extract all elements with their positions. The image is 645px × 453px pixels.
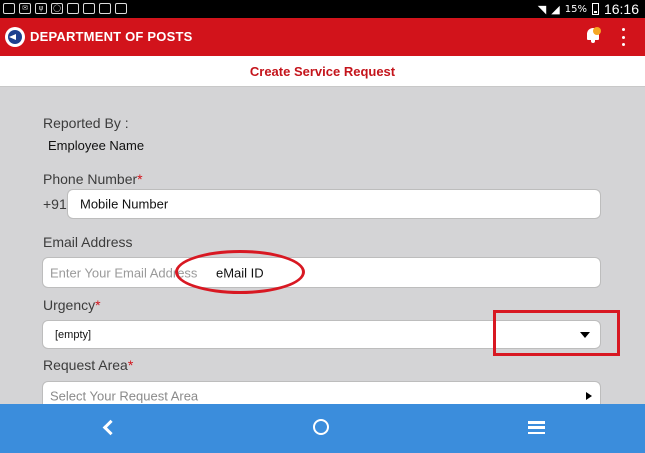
annotation-rectangle [493, 310, 620, 356]
reported-by-label: Reported By : [43, 115, 129, 131]
request-area-placeholder: Select Your Request Area [50, 388, 199, 404]
battery-icon [591, 3, 599, 15]
phone-field[interactable]: Mobile Number [67, 189, 601, 219]
phone-value: Mobile Number [80, 196, 169, 212]
status-bar: ✉ ψ ◯ ◥ ◢ 15% 16:16 [0, 0, 645, 18]
page-title: Create Service Request [249, 64, 396, 79]
gallery-icon [115, 3, 127, 14]
clock: 16:16 [603, 1, 639, 17]
reported-by-value: Employee Name [48, 138, 145, 153]
urgency-selected-value: [empty] [55, 328, 92, 341]
logo-icon[interactable] [5, 27, 25, 47]
request-area-label: Request Area* [43, 357, 134, 373]
whatsapp-icon: ◯ [51, 3, 63, 14]
usb-icon: ψ [35, 3, 47, 14]
page-header: Create Service Request [0, 56, 645, 87]
sim-icon [3, 3, 15, 14]
menu-icon[interactable] [528, 421, 545, 434]
app-title: DEPARTMENT OF POSTS [30, 29, 193, 44]
email-field[interactable]: Enter Your Email Address eMail ID [42, 257, 601, 288]
gallery-icon [99, 3, 111, 14]
app-icon [67, 3, 79, 14]
overflow-menu-icon[interactable] [620, 28, 626, 46]
chevron-right-icon[interactable] [586, 392, 592, 400]
back-icon[interactable] [100, 418, 116, 438]
battery-percent: 15% [564, 3, 587, 15]
notification-icons: ✉ ψ ◯ [3, 3, 127, 14]
home-icon[interactable] [313, 419, 329, 435]
phone-label: Phone Number* [43, 171, 143, 187]
annotation-ellipse [175, 250, 305, 294]
navigation-bar [0, 404, 645, 453]
app-bar: DEPARTMENT OF POSTS [0, 18, 645, 56]
urgency-label: Urgency* [43, 297, 101, 313]
mail-icon: ✉ [19, 3, 31, 14]
email-label: Email Address [43, 234, 133, 250]
phone-prefix: +91 [43, 196, 67, 212]
wifi-icon: ◥ [537, 2, 547, 16]
notification-bell-icon[interactable] [585, 27, 601, 45]
gallery-icon [83, 3, 95, 14]
signal-icon: ◢ [551, 2, 560, 16]
